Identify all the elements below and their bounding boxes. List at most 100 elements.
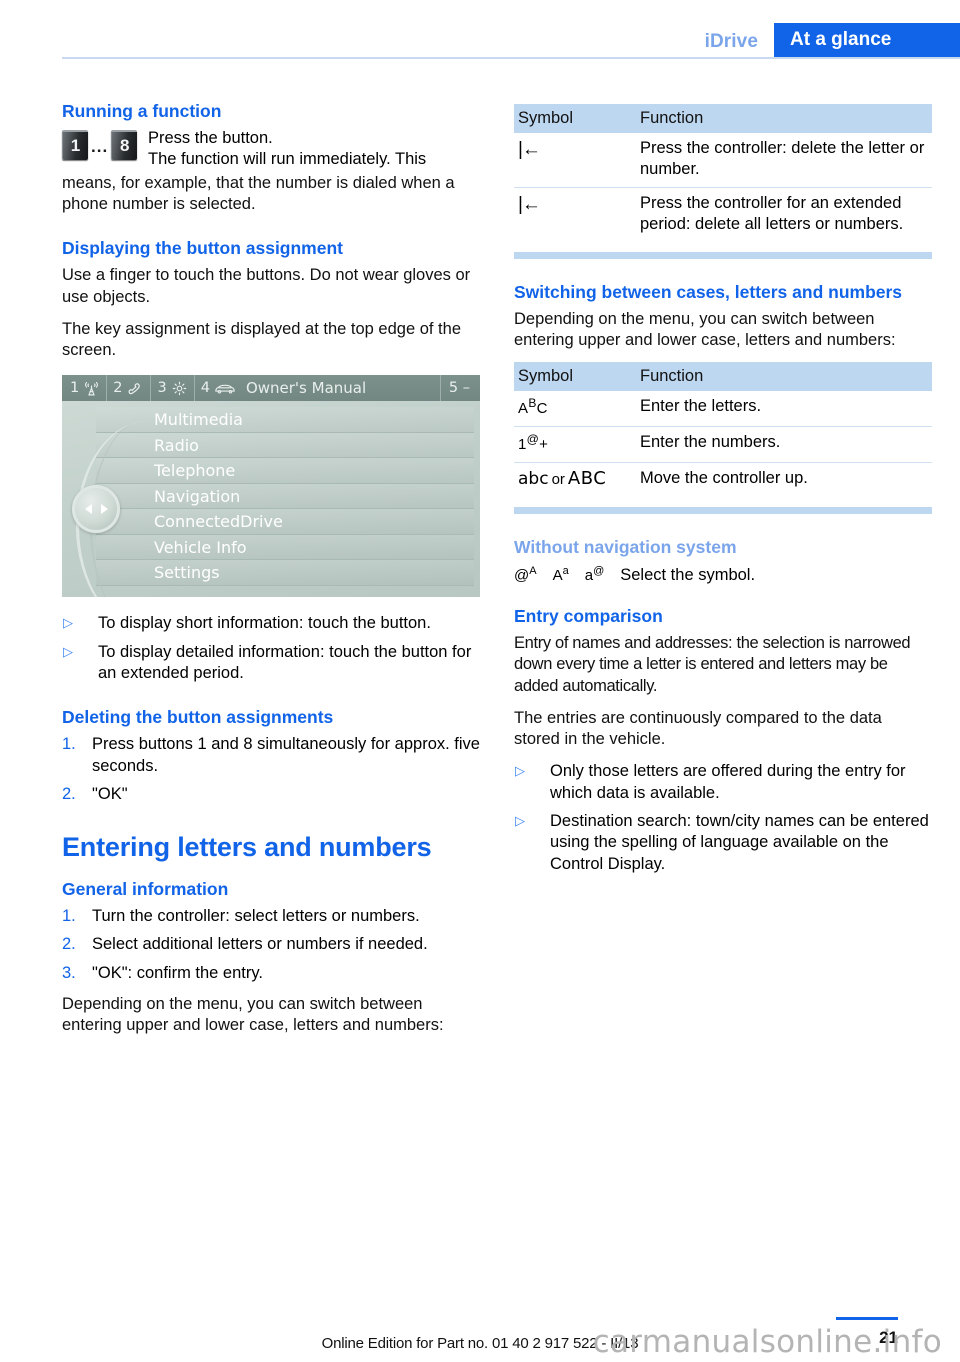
heading-switching-cases: Switching between cases, letters and num… [514,281,903,302]
symbol-at-uppercase-icon: @A [514,564,537,586]
step-marker: 1. [62,735,76,754]
table-row: |← Press the controller for an extended … [514,187,932,241]
display-tab-1: 1 [62,375,108,402]
column-header-symbol: Symbol [514,104,636,133]
table-row: |← Press the controller: delete the lett… [514,133,932,188]
table-header-row: Symbol Function [514,362,932,392]
list-item-text: To display short information: touch the … [98,614,431,633]
table-row: abc or ABC Move the controller up. [514,462,932,497]
display-tab-4-label: Owner's Manual [245,379,367,398]
page-header: iDrive At a glance [0,0,960,60]
display-tab-3: 3 [151,375,195,402]
symbol-text: |← [518,139,541,160]
cell-function: Press the controller: delete the letter … [636,133,932,188]
symbol-base: A [552,567,563,585]
display-info-bullets: ▷ To display short information: touch th… [62,613,480,684]
idrive-display-screenshot: 1 2 3 4 Owner's Manual 5 – Multimedia Ra… [62,375,480,598]
display-menu-item: ConnectedDrive [96,509,474,535]
display-tab-2: 2 [107,375,152,402]
case-symbols-table: Symbol Function ABC Enter the letters. 1… [514,362,932,497]
list-item: ▷ Only those letters are offered during … [514,761,932,804]
symbol-lowercase-at-icon: a@ [585,564,605,586]
entry-paragraph-1: Entry of names and addresses: the select… [514,633,911,695]
display-menu-item: Telephone [96,458,474,484]
symbol-text: 1@+ [518,432,548,453]
symbol-uppercase-lowercase-icon: Aa [553,564,569,586]
radio-tower-icon [83,380,100,397]
step-marker: 3. [62,963,76,982]
symbol-text: ABC [518,396,548,417]
header-divider [62,57,960,59]
list-item: ▷ To display short information: touch th… [62,613,480,634]
table-bottom-rule [514,507,932,515]
backspace-icon: |← [514,187,636,241]
general-closing-paragraph: Depending on the menu, you can switch be… [62,994,444,1035]
footer-rule [836,1317,898,1320]
page-title-entering-letters-numbers: Entering letters and numbers [62,832,432,863]
table-row: 1@+ Enter the numbers. [514,426,932,463]
table-bottom-rule [514,251,932,259]
symbol-sup: a [562,565,569,578]
display-menu-item: Navigation [96,483,474,510]
without-nav-text: Select the symbol. [620,566,756,585]
symbol-sup: @ [593,565,605,578]
heading-displaying-button-assignment: Displaying the button assignment [62,238,343,259]
manual-page: iDrive At a glance Running a function 1 … [0,0,960,1362]
display-tab-1-number: 1 [70,380,80,397]
cell-function: Press the controller for an extended per… [640,193,904,233]
header-chapter-label: iDrive [704,31,758,52]
symbol-part-sup: @ [526,432,540,446]
keycap-group: 1 ... 8 [62,130,138,161]
symbol-lowercase: abc [518,468,549,489]
display-menu-item: Settings [96,560,474,586]
list-item-text: To display detailed information: touch t… [98,642,472,682]
page-footer: 21 Online Edition for Part no. 01 40 2 9… [0,1290,960,1362]
column-header-function: Function [636,104,932,133]
step-marker: 2. [62,784,76,803]
triangle-bullet-icon: ▷ [515,812,525,828]
car-icon [214,381,236,396]
backspace-icon: |← [514,133,636,188]
gear-icon [171,380,188,397]
list-item: 2. Select additional letters or numbers … [62,934,480,955]
right-column: Symbol Function |← Press the controller:… [514,100,932,885]
numbers-mode-icon: 1@+ [514,426,636,463]
symbol-base: @ [514,567,530,585]
triangle-bullet-icon: ▷ [63,643,73,659]
general-steps-list: 1. Turn the controller: select letters o… [62,906,480,984]
list-item-text: Select additional letters or numbers if … [92,935,428,954]
symbol-base: a [584,567,594,585]
cell-function: Enter the numbers. [636,426,932,463]
deleting-steps-list: 1. Press buttons 1 and 8 simultaneously … [62,734,480,805]
entry-comparison-bullets: ▷ Only those letters are offered during … [514,761,932,874]
keycap-8: 8 [111,130,138,161]
list-item-text: Destination search: town/city names can … [550,811,929,873]
list-item: ▷ Destination search: town/city names ca… [514,811,932,875]
symbol-text: |← [518,193,541,215]
running-function-body: means, for example, that the number is d… [62,173,455,213]
column-header-symbol: Symbol [514,362,636,392]
list-item-text: "OK": confirm the entry. [92,963,263,982]
displaying-paragraph-2: The key assignment is displayed at the t… [62,319,461,360]
symbol-uppercase: ABC [567,467,607,489]
list-item: 3. "OK": confirm the entry. [62,963,480,984]
display-menu-item: Multimedia [96,407,474,433]
letters-mode-icon: ABC [514,391,636,428]
entry-paragraph-2: The entries are continuously compared to… [514,708,882,749]
triangle-bullet-icon: ▷ [63,615,73,631]
without-nav-symbols-line: @A Aa a@ Select the symbol. [514,564,932,586]
keycap-ellipsis: ... [91,137,109,157]
left-column: Running a function 1 ... 8 Press the but… [62,100,480,1047]
display-tab-5-label: 5 – [448,380,470,397]
column-header-function: Function [636,362,932,392]
delete-symbols-table: Symbol Function |← Press the controller:… [514,104,932,242]
heading-general-information: General information [62,879,229,900]
display-tab-4-number: 4 [200,380,210,397]
triangle-bullet-icon: ▷ [515,763,525,779]
display-menu-list: Multimedia Radio Telephone Navigation Co… [62,401,480,598]
display-menu-item: Vehicle Info [96,534,474,561]
function-runs-text: The function will run immediately. This [148,150,427,169]
cell-function: Move the controller up. [640,468,808,487]
display-tab-4: 4 Owner's Manual [195,375,441,402]
step-marker: 1. [62,907,76,926]
